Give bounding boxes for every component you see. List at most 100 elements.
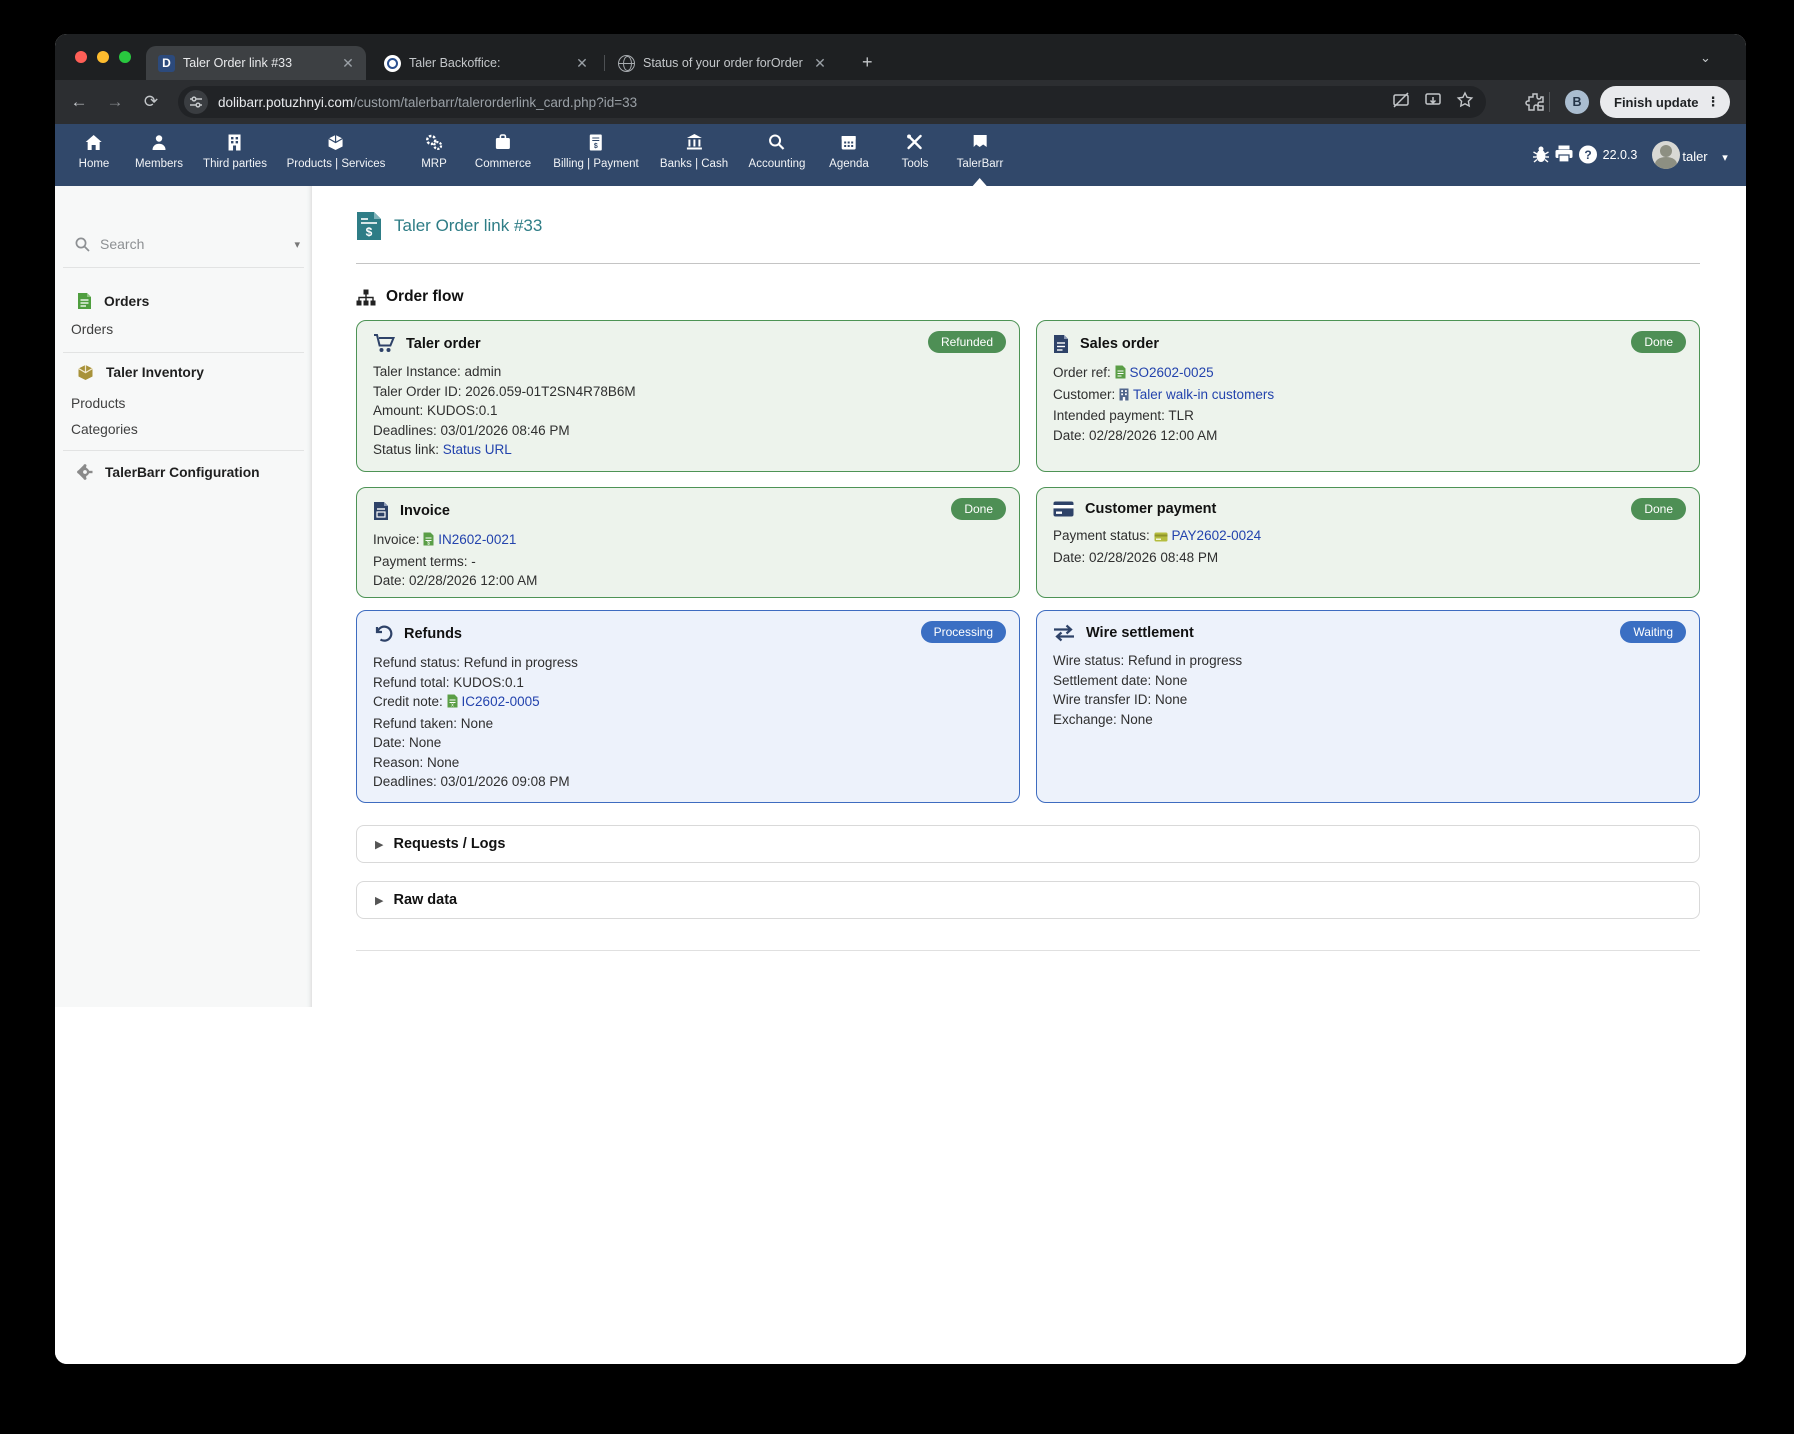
- order-flow-grid: Taler order Refunded Taler Instance: adm…: [356, 320, 1700, 803]
- taler-order-link-icon: $: [356, 211, 382, 241]
- close-tab-icon[interactable]: ✕: [812, 56, 828, 70]
- menu-accounting[interactable]: Accounting: [749, 132, 806, 170]
- menu-third-parties[interactable]: Third parties: [203, 132, 267, 170]
- sidebar-divider: [63, 352, 304, 353]
- tab-taler-backoffice[interactable]: Taler Backoffice: ✕: [372, 46, 600, 80]
- field-taler-instance: Taler Instance: admin: [373, 362, 1003, 382]
- minimize-window-button[interactable]: [97, 51, 109, 63]
- field-order-ref: Order ref: SO2602-0025: [1053, 363, 1683, 385]
- user-menu-caret-icon[interactable]: ▾: [1722, 151, 1728, 164]
- credit-card-icon: [1053, 501, 1074, 517]
- field-date: Date: 02/28/2026 08:48 PM: [1053, 548, 1683, 568]
- title-divider: [356, 263, 1700, 264]
- user-avatar[interactable]: [1652, 124, 1680, 152]
- card-title: Sales order: [1080, 336, 1159, 352]
- bookmark-star-icon[interactable]: [1454, 90, 1476, 112]
- finish-update-button[interactable]: Finish update ⋮: [1600, 86, 1730, 118]
- sidebar-link-products[interactable]: Products: [71, 396, 125, 411]
- close-tab-icon[interactable]: ✕: [574, 56, 590, 70]
- install-app-icon[interactable]: [1422, 90, 1444, 112]
- new-tab-button[interactable]: +: [862, 53, 873, 71]
- customer-building-icon: [1119, 387, 1129, 407]
- product-icon: [287, 132, 386, 152]
- menu-home[interactable]: Home: [79, 132, 110, 170]
- browser-profile-avatar[interactable]: B: [1565, 90, 1589, 114]
- sidebar-link-orders[interactable]: Orders: [71, 322, 113, 337]
- menu-talerbarr[interactable]: TalerBarr: [957, 132, 1004, 170]
- status-badge: Waiting: [1620, 621, 1686, 643]
- menu-agenda[interactable]: Agenda: [829, 132, 869, 170]
- raw-data-section[interactable]: ▶ Raw data: [356, 881, 1700, 919]
- close-window-button[interactable]: [75, 51, 87, 63]
- cast-disabled-icon[interactable]: [1390, 90, 1412, 112]
- tab-taler-order-link[interactable]: D Taler Order link #33 ✕: [146, 46, 366, 80]
- field-wire-transfer-id: Wire transfer ID: None: [1053, 690, 1683, 710]
- field-invoice-ref: Invoice: $IN2602-0021: [373, 530, 1003, 552]
- forward-button[interactable]: →: [103, 90, 127, 114]
- print-icon[interactable]: [1555, 145, 1574, 168]
- taler-favicon: [384, 55, 401, 72]
- tab-title: Taler Order link #33: [183, 56, 332, 70]
- svg-text:$: $: [594, 143, 598, 150]
- zoom-window-button[interactable]: [119, 51, 131, 63]
- card-title: Taler order: [406, 336, 481, 352]
- menu-commerce[interactable]: Commerce: [475, 132, 531, 170]
- menu-mrp[interactable]: MRP: [421, 132, 447, 170]
- main-area: $ Taler Order link #33 Order flow: [312, 186, 1746, 1364]
- status-badge: Done: [1631, 498, 1686, 520]
- card-refunds: Refunds Processing Refund status: Refund…: [356, 610, 1020, 803]
- card-sales-order: Sales order Done Order ref: SO2602-0025 …: [1036, 320, 1700, 472]
- field-refund-taken: Refund taken: None: [373, 714, 1003, 734]
- version-label: 22.0.3: [1603, 148, 1638, 162]
- sidebar-link-categories[interactable]: Categories: [71, 422, 138, 437]
- sidebar-section-talerbarr-configuration[interactable]: TalerBarr Configuration: [77, 464, 260, 480]
- close-tab-icon[interactable]: ✕: [340, 56, 356, 70]
- status-badge: Processing: [921, 621, 1006, 643]
- window-controls: [75, 51, 131, 63]
- reload-button[interactable]: ⟳: [139, 90, 163, 114]
- back-button[interactable]: ←: [67, 90, 91, 114]
- invoice-doc-icon: $: [423, 532, 434, 552]
- orders-document-icon: [77, 292, 92, 310]
- site-settings-icon[interactable]: [184, 90, 208, 114]
- expand-triangle-icon[interactable]: ▶: [375, 894, 383, 907]
- toolbar-separator: [1549, 92, 1550, 112]
- menu-banks-cash[interactable]: Banks | Cash: [660, 132, 728, 170]
- sidebar-search[interactable]: Search ▾: [75, 236, 300, 252]
- invoice-link[interactable]: IN2602-0021: [438, 532, 516, 547]
- address-bar[interactable]: dolibarr.potuzhnyi.com/custom/talerbarr/…: [178, 86, 1486, 118]
- credit-note-link[interactable]: IC2602-0005: [462, 694, 540, 709]
- sales-order-link[interactable]: SO2602-0025: [1130, 365, 1214, 380]
- search-caret-icon[interactable]: ▾: [294, 238, 300, 251]
- status-url-link[interactable]: Status URL: [443, 442, 512, 457]
- card-customer-payment: Customer payment Done Payment status: PA…: [1036, 487, 1700, 598]
- svg-text:x: x: [451, 703, 454, 709]
- field-refund-total: Refund total: KUDOS:0.1: [373, 673, 1003, 693]
- field-settlement-date: Settlement date: None: [1053, 671, 1683, 691]
- requests-logs-section[interactable]: ▶ Requests / Logs: [356, 825, 1700, 863]
- help-icon[interactable]: ?: [1579, 145, 1598, 169]
- sidebar-divider: [63, 450, 304, 451]
- bill-icon: $: [553, 132, 638, 152]
- card-title: Refunds: [404, 626, 462, 642]
- field-payment-status: Payment status: PAY2602-0024: [1053, 526, 1683, 548]
- browser-menu-icon[interactable]: ⋮: [1707, 94, 1720, 110]
- menu-products-services[interactable]: Products | Services: [287, 132, 386, 170]
- payment-link[interactable]: PAY2602-0024: [1172, 528, 1262, 543]
- user-menu[interactable]: taler: [1682, 149, 1707, 164]
- page-title-row: $ Taler Order link #33: [356, 206, 1700, 246]
- browser-window: D Taler Order link #33 ✕ Taler Backoffic…: [55, 34, 1746, 1364]
- menu-billing-payment[interactable]: $ Billing | Payment: [553, 132, 638, 170]
- tab-search-chevron-icon[interactable]: ⌄: [1700, 50, 1711, 66]
- customer-link[interactable]: Taler walk-in customers: [1133, 387, 1274, 402]
- extensions-icon[interactable]: [1524, 91, 1546, 118]
- magnifier-icon: [749, 132, 806, 152]
- invoice-icon: [373, 501, 389, 521]
- bugtracker-icon[interactable]: [1532, 145, 1551, 169]
- menu-members[interactable]: Members: [135, 132, 183, 170]
- tools-icon: [902, 132, 929, 152]
- menu-tools[interactable]: Tools: [902, 132, 929, 170]
- expand-triangle-icon[interactable]: ▶: [375, 838, 383, 851]
- tab-order-status[interactable]: Status of your order forOrder ✕: [606, 46, 838, 80]
- talerbarr-icon: [957, 132, 1004, 152]
